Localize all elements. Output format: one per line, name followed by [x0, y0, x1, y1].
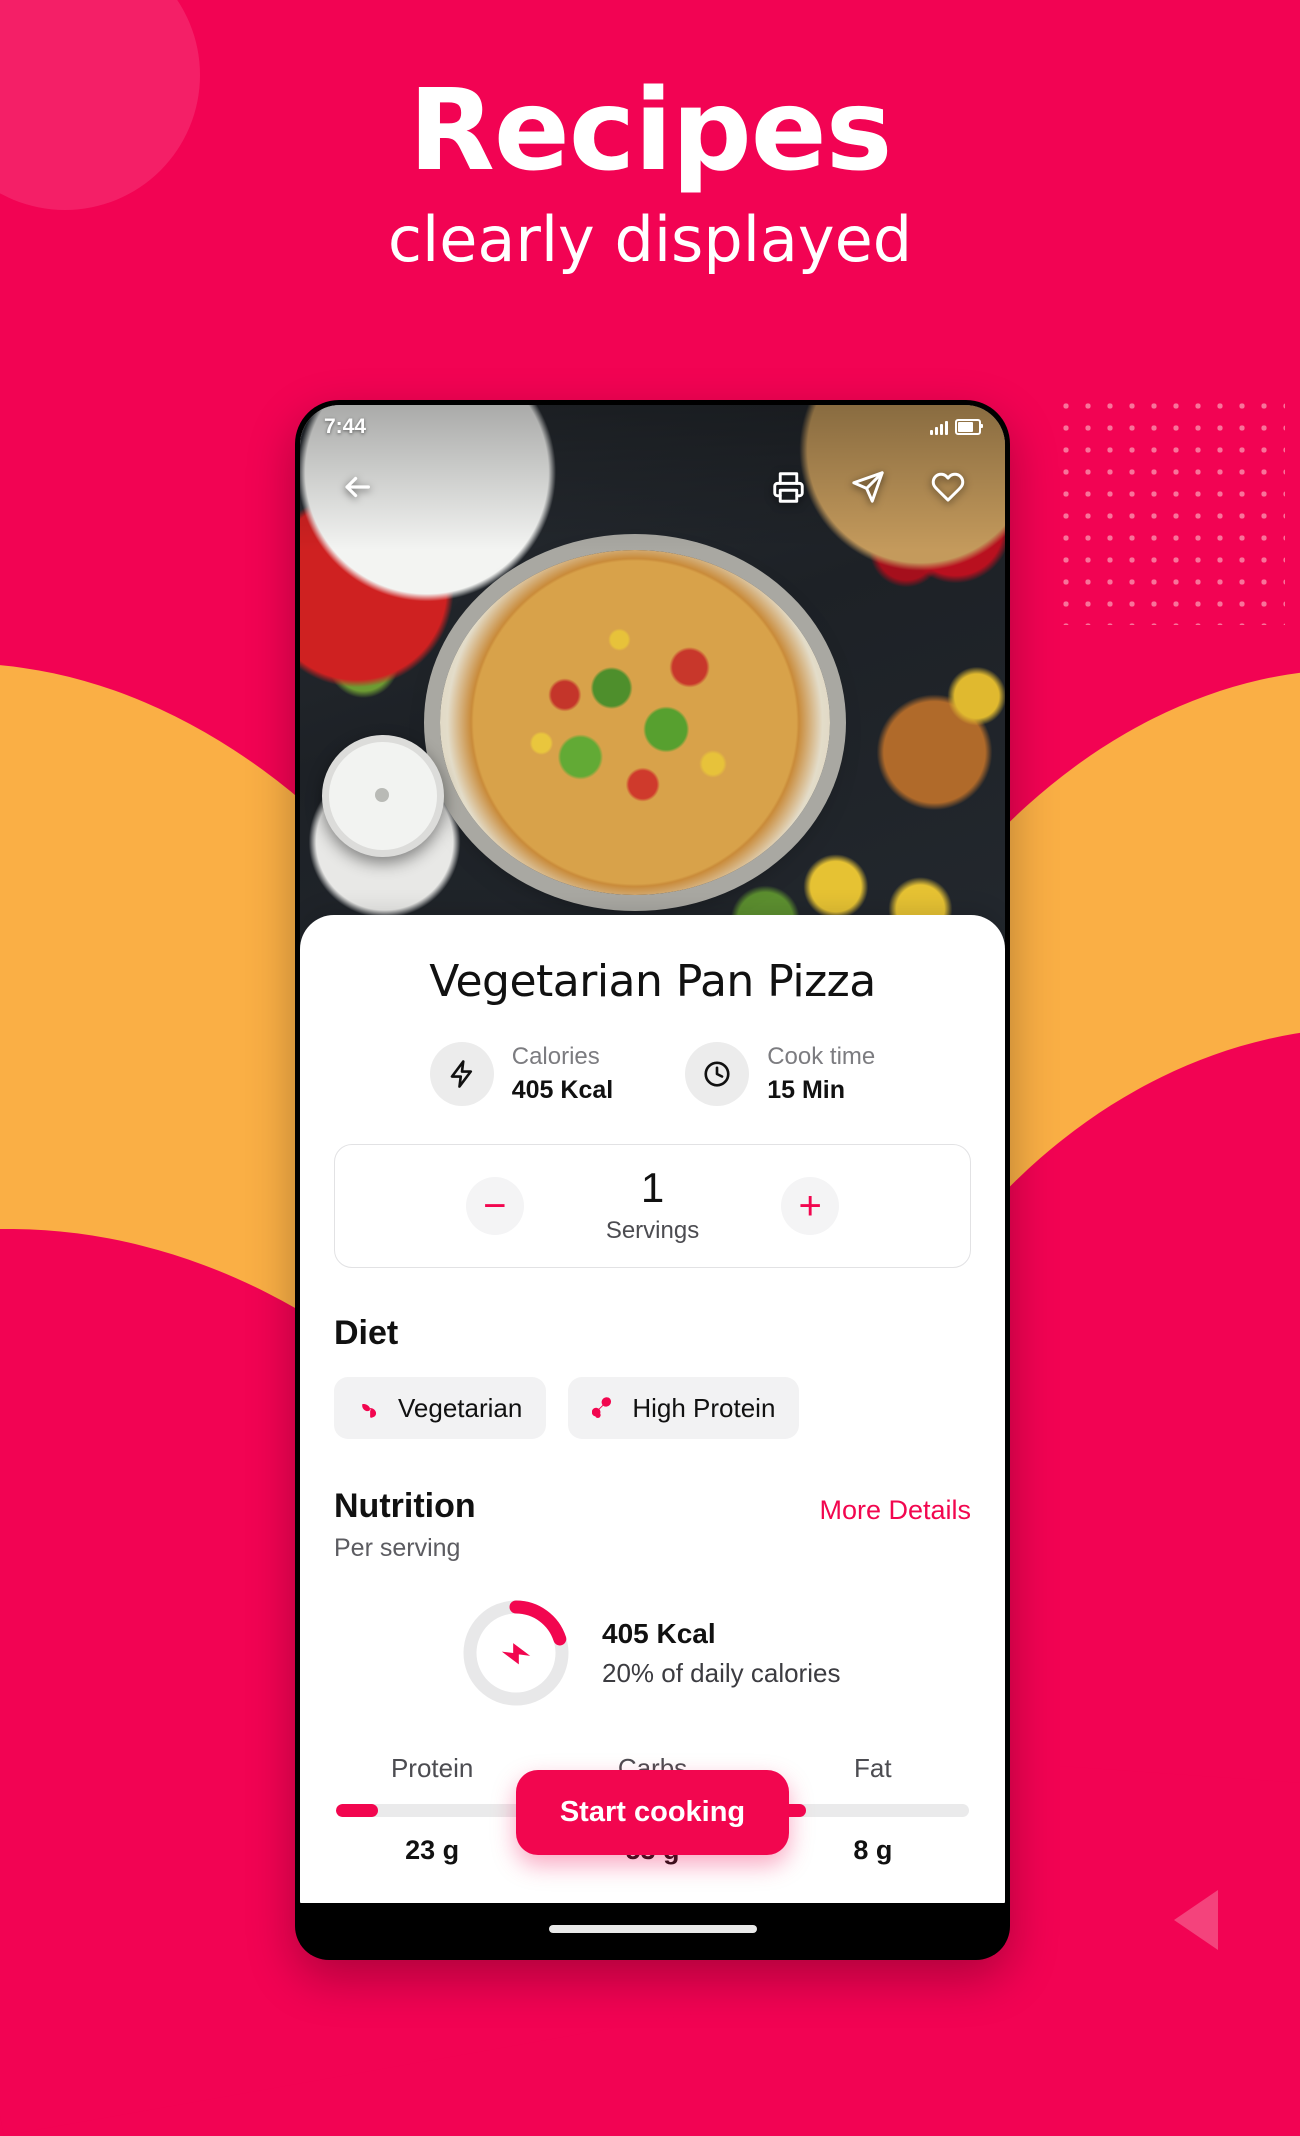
stat-cook-time: Cook time 15 Min — [685, 1041, 875, 1107]
hero-action-bar — [300, 457, 1005, 517]
status-bar: 7:44 — [300, 405, 1005, 449]
bolt-filled-icon — [501, 1643, 531, 1665]
servings-count: 1 — [640, 1164, 665, 1212]
diet-heading: Diet — [334, 1314, 399, 1353]
heart-icon — [931, 472, 965, 502]
print-button[interactable] — [761, 460, 815, 514]
nutrition-heading: Nutrition — [334, 1487, 476, 1526]
battery-icon — [955, 419, 983, 435]
calorie-daily-note: 20% of daily calories — [602, 1657, 841, 1688]
stat-cook-time-label: Cook time — [767, 1042, 876, 1070]
decorative-dot-grid — [1055, 395, 1285, 625]
calorie-ring-bolt-icon — [460, 1597, 572, 1709]
diet-chip-vegetarian-label: Vegetarian — [398, 1392, 523, 1423]
phone-screen: 7:44 Vegetarian Pan Pizza Calories 405 K… — [300, 405, 1005, 1905]
printer-icon — [772, 471, 804, 503]
arrow-left-icon — [345, 476, 370, 498]
more-details-link[interactable]: More Details — [819, 1495, 971, 1526]
drumstick-icon — [592, 1397, 612, 1419]
calorie-summary-row: 405 Kcal 20% of daily calories — [460, 1597, 1005, 1709]
status-bar-indicators — [930, 419, 983, 435]
stat-calories-text: Calories 405 Kcal — [512, 1042, 613, 1107]
bolt-icon — [429, 1041, 494, 1106]
nutrition-subheading: Per serving — [334, 1534, 461, 1563]
gesture-handle — [548, 1925, 757, 1933]
phone-mockup: 7:44 Vegetarian Pan Pizza Calories 405 K… — [295, 400, 1010, 1960]
diet-chip-vegetarian[interactable]: Vegetarian — [334, 1377, 547, 1440]
page-title: Recipes — [408, 66, 893, 196]
diet-chip-high-protein[interactable]: High Protein — [568, 1377, 800, 1440]
back-button[interactable] — [330, 460, 384, 514]
sprout-icon — [362, 1404, 377, 1418]
share-button[interactable] — [841, 460, 895, 514]
diet-chip-list: Vegetarian High Protein — [334, 1377, 1005, 1440]
promo-headline-block: Recipes clearly displayed — [0, 75, 1300, 271]
calorie-ring — [460, 1597, 572, 1709]
recipe-detail-card: Vegetarian Pan Pizza Calories 405 Kcal C… — [300, 915, 1005, 1905]
servings-stepper: − 1 Servings + — [334, 1144, 971, 1269]
clock-glyph — [704, 1061, 730, 1087]
stat-calories-label: Calories — [511, 1042, 600, 1070]
servings-caption: Servings — [605, 1217, 700, 1245]
calorie-summary-text: 405 Kcal 20% of daily calories — [602, 1618, 840, 1689]
stat-cook-time-value: 15 Min — [767, 1075, 845, 1104]
diet-chip-high-protein-label: High Protein — [632, 1392, 776, 1423]
share-icon — [852, 471, 884, 503]
servings-increase-button[interactable]: + — [781, 1177, 840, 1236]
servings-value-block: 1 Servings — [606, 1167, 699, 1245]
status-bar-time: 7:44 — [324, 415, 367, 438]
cta-container: Start cooking — [300, 1770, 1005, 1855]
page-subtitle: clearly displayed — [387, 203, 913, 276]
stat-calories-value: 405 Kcal — [511, 1075, 614, 1104]
nutrition-header-row: Nutrition More Details — [334, 1487, 971, 1526]
clock-icon — [685, 1041, 750, 1106]
gesture-bar[interactable] — [300, 1903, 1005, 1955]
recipe-title: Vegetarian Pan Pizza — [429, 956, 876, 1007]
servings-decrease-button[interactable]: − — [465, 1177, 524, 1236]
decorative-triangle — [1174, 1890, 1218, 1950]
stat-calories: Calories 405 Kcal — [429, 1041, 613, 1107]
stat-cook-time-text: Cook time 15 Min — [767, 1042, 875, 1107]
recipe-stats-row: Calories 405 Kcal Cook time 15 Min — [300, 1041, 1005, 1107]
start-cooking-button[interactable]: Start cooking — [515, 1770, 790, 1855]
signal-icon — [930, 420, 948, 435]
calorie-value: 405 Kcal — [602, 1617, 716, 1649]
bolt-glyph — [450, 1060, 472, 1088]
favorite-button[interactable] — [921, 460, 975, 514]
